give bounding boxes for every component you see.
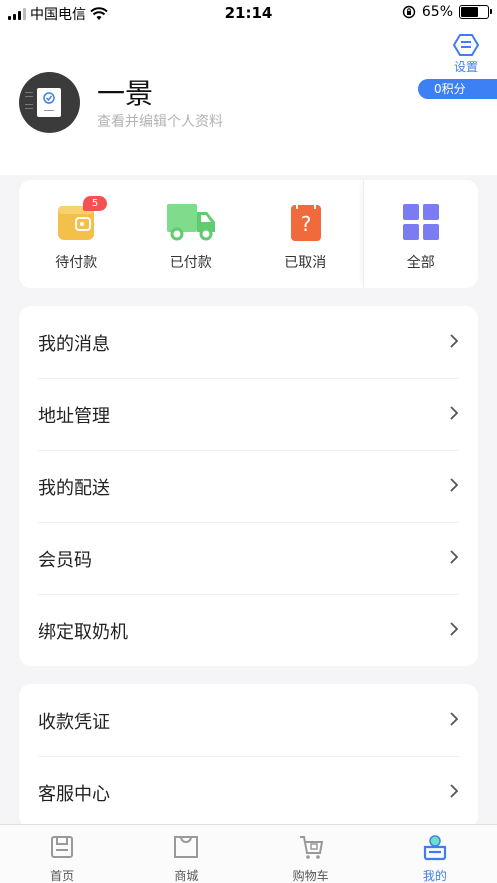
orientation-lock-icon [402,5,416,19]
menu-item-label: 我的消息 [38,334,110,355]
settings-icon [452,34,480,56]
question-bag-icon: ? [291,205,322,241]
tab-mine-label: 我的 [422,869,447,883]
order-cancelled-label: 已取消 [284,255,327,271]
menu-item-member-code[interactable]: 会员码 [19,522,478,594]
orders-card: 5 待付款 已付款 ? 已取消 全部 [19,180,478,288]
tab-mine[interactable]: 我的 [373,825,497,883]
points-badge[interactable]: 0积分 [418,79,497,99]
tab-cart-label: 购物车 [292,869,329,883]
menu-item-label: 收款凭证 [38,712,110,733]
tab-cart[interactable]: 购物车 [249,825,373,883]
settings-label: 设置 [453,60,478,74]
cart-icon [299,836,323,859]
menu-item-label: 地址管理 [38,406,110,427]
status-right: 65% [402,4,492,20]
menu-item-customer-service[interactable]: 客服中心 [19,756,478,828]
menu-item-delivery[interactable]: 我的配送 [19,450,478,522]
menu-item-label: 会员码 [38,550,92,571]
bottom-tab-bar: 首页 商城 购物车 我的 [0,824,497,883]
menu-item-bind-machine[interactable]: 绑定取奶机 [19,594,478,666]
tab-mall[interactable]: 商城 [124,825,248,883]
order-paid[interactable]: 已付款 [134,180,249,288]
chevron-right-icon [450,478,459,492]
menu-card-primary: 我的消息 地址管理 我的配送 会员码 绑定取奶机 [19,306,478,666]
order-paid-label: 已付款 [169,255,212,271]
status-bar: 中国电信 21:14 65% [0,0,497,26]
grid-icon [402,204,439,240]
tab-mall-label: 商城 [174,869,199,883]
svg-text:?: ? [301,212,312,236]
menu-item-address[interactable]: 地址管理 [19,378,478,450]
profile-icon [423,835,446,861]
chevron-right-icon [450,550,459,564]
order-all[interactable]: 全部 [362,180,479,288]
tab-home-label: 首页 [50,869,75,883]
truck-icon [166,204,215,241]
battery-icon [459,5,492,19]
profile-name[interactable]: 一景 [97,72,153,112]
avatar[interactable] [19,72,80,133]
battery-percent: 65% [421,4,453,20]
chevron-right-icon [450,406,459,420]
chevron-right-icon [450,712,459,726]
settings-button[interactable]: 设置 [446,33,486,75]
menu-item-label: 绑定取奶机 [38,622,128,643]
document-icon [37,88,61,117]
chevron-right-icon [450,784,459,798]
menu-item-label: 客服中心 [38,784,110,805]
tab-home[interactable]: 首页 [0,825,124,883]
profile-subtitle[interactable]: 查看并编辑个人资料 [97,111,223,131]
order-all-label: 全部 [406,255,435,271]
order-cancelled[interactable]: ? 已取消 [248,180,363,288]
shopping-bag-icon [174,836,199,858]
chevron-right-icon [450,622,459,636]
menu-item-messages[interactable]: 我的消息 [19,306,478,378]
menu-card-secondary: 收款凭证 客服中心 [19,684,478,828]
menu-item-receipts[interactable]: 收款凭证 [19,684,478,756]
order-pending-payment[interactable]: 5 待付款 [19,180,134,288]
order-pending-label: 待付款 [55,255,98,271]
home-icon [51,836,74,858]
menu-item-label: 我的配送 [38,478,110,499]
pending-count-badge: 5 [83,196,107,211]
chevron-right-icon [450,334,459,348]
